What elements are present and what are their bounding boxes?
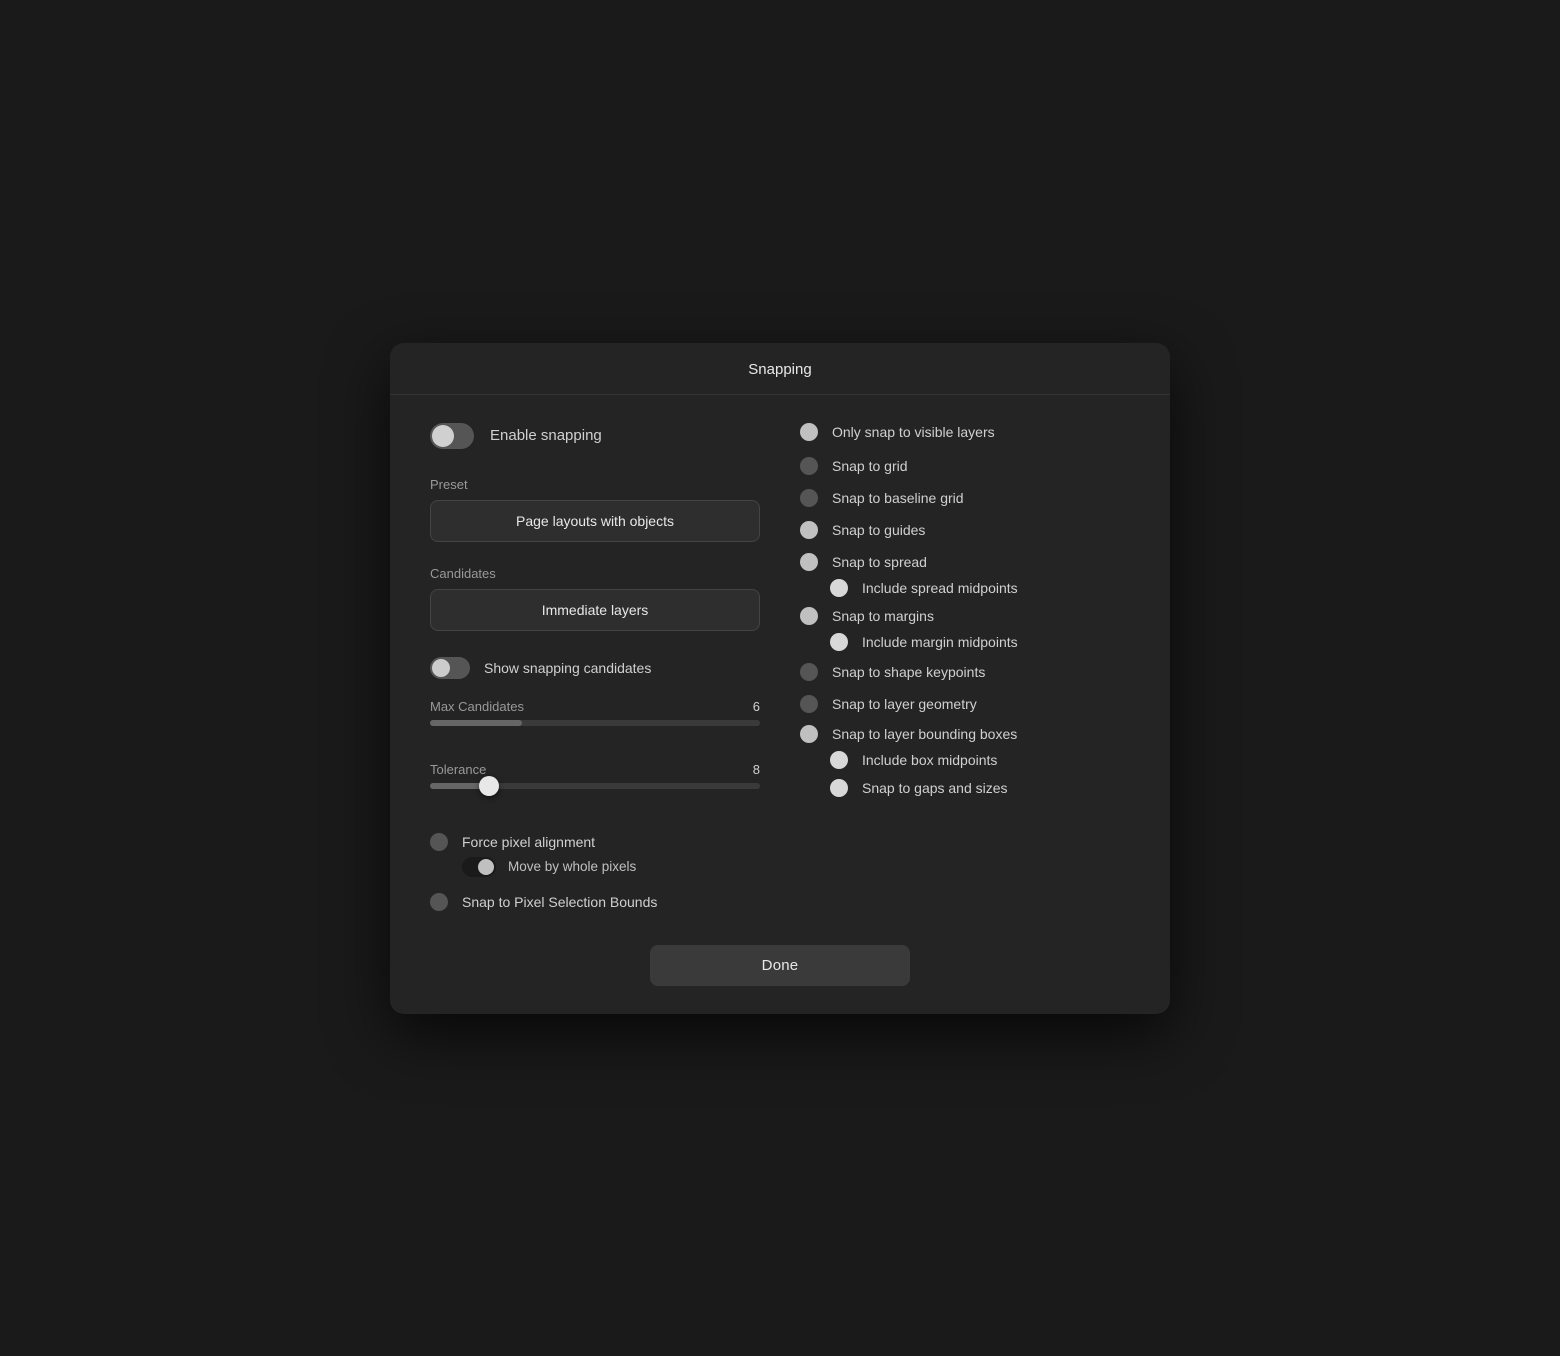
snap-baseline-dot[interactable] xyxy=(800,489,818,507)
include-box-midpoints-dot[interactable] xyxy=(830,751,848,769)
snap-spread-dot[interactable] xyxy=(800,553,818,571)
tolerance-knob xyxy=(479,776,499,796)
force-pixel-row: Force pixel alignment xyxy=(430,833,760,851)
preset-label: Preset xyxy=(430,477,760,492)
enable-snapping-knob xyxy=(432,425,454,447)
move-whole-pixels-toggle[interactable] xyxy=(462,857,496,877)
snap-layer-bounding-label: Snap to layer bounding boxes xyxy=(832,726,1017,742)
snap-gaps-dot[interactable] xyxy=(830,779,848,797)
include-spread-midpoints-row: Include spread midpoints xyxy=(830,579,1130,597)
snap-layer-bounding-row: Snap to layer bounding boxes xyxy=(800,725,1130,743)
snap-pixel-selection-row: Snap to Pixel Selection Bounds xyxy=(430,893,760,911)
snap-grid-dot[interactable] xyxy=(800,457,818,475)
move-whole-pixels-row: Move by whole pixels xyxy=(462,857,760,877)
include-margin-midpoints-label: Include margin midpoints xyxy=(862,634,1018,650)
snap-baseline-label: Snap to baseline grid xyxy=(832,490,964,506)
snap-margins-row: Snap to margins xyxy=(800,607,1130,625)
dialog-title: Snapping xyxy=(390,343,1170,395)
max-candidates-label: Max Candidates xyxy=(430,699,524,714)
max-candidates-section: Max Candidates 6 xyxy=(430,699,760,726)
snap-layer-geometry-dot[interactable] xyxy=(800,695,818,713)
only-visible-row: Only snap to visible layers xyxy=(800,423,1130,441)
snap-shape-keypoints-dot[interactable] xyxy=(800,663,818,681)
snap-margins-dot[interactable] xyxy=(800,607,818,625)
tolerance-label: Tolerance xyxy=(430,762,486,777)
tolerance-value: 8 xyxy=(753,762,760,777)
show-candidates-knob xyxy=(432,659,450,677)
show-candidates-toggle[interactable] xyxy=(430,657,470,679)
snap-layer-bounding-dot[interactable] xyxy=(800,725,818,743)
enable-snapping-label: Enable snapping xyxy=(490,427,602,444)
tolerance-slider[interactable] xyxy=(430,783,760,789)
snap-gaps-label: Snap to gaps and sizes xyxy=(862,780,1008,796)
snap-shape-keypoints-row: Snap to shape keypoints xyxy=(800,663,1130,681)
snap-grid-label: Snap to grid xyxy=(832,458,908,474)
enable-snapping-row: Enable snapping xyxy=(430,423,760,449)
snap-gaps-row: Snap to gaps and sizes xyxy=(830,779,1130,797)
snap-pixel-selection-label: Snap to Pixel Selection Bounds xyxy=(462,894,657,910)
include-box-midpoints-label: Include box midpoints xyxy=(862,752,997,768)
snap-spread-row: Snap to spread xyxy=(800,553,1130,571)
max-candidates-value: 6 xyxy=(753,699,760,714)
snap-grid-row: Snap to grid xyxy=(800,457,1130,475)
snap-layer-geometry-row: Snap to layer geometry xyxy=(800,695,1130,713)
snap-spread-label: Snap to spread xyxy=(832,554,927,570)
force-pixel-dot[interactable] xyxy=(430,833,448,851)
move-whole-pixels-label: Move by whole pixels xyxy=(508,859,636,874)
candidates-label: Candidates xyxy=(430,566,760,581)
show-candidates-label: Show snapping candidates xyxy=(484,660,651,676)
include-spread-midpoints-dot[interactable] xyxy=(830,579,848,597)
snap-guides-dot[interactable] xyxy=(800,521,818,539)
tolerance-section: Tolerance 8 xyxy=(430,762,760,789)
only-visible-dot[interactable] xyxy=(800,423,818,441)
left-column: Enable snapping Preset Page layouts with… xyxy=(430,423,760,921)
dialog-footer: Done xyxy=(390,945,1170,1014)
enable-snapping-toggle[interactable] xyxy=(430,423,474,449)
include-margin-midpoints-dot[interactable] xyxy=(830,633,848,651)
only-visible-label: Only snap to visible layers xyxy=(832,424,995,440)
snap-layer-geometry-label: Snap to layer geometry xyxy=(832,696,977,712)
max-candidates-header: Max Candidates 6 xyxy=(430,699,760,714)
snap-guides-row: Snap to guides xyxy=(800,521,1130,539)
preset-button[interactable]: Page layouts with objects xyxy=(430,500,760,542)
show-candidates-track xyxy=(430,657,470,679)
right-column: Only snap to visible layers Snap to grid… xyxy=(800,423,1130,921)
candidates-button[interactable]: Immediate layers xyxy=(430,589,760,631)
snap-shape-keypoints-label: Snap to shape keypoints xyxy=(832,664,985,680)
include-box-midpoints-row: Include box midpoints xyxy=(830,751,1130,769)
snap-margins-label: Snap to margins xyxy=(832,608,934,624)
done-button[interactable]: Done xyxy=(650,945,910,986)
snap-baseline-row: Snap to baseline grid xyxy=(800,489,1130,507)
tolerance-header: Tolerance 8 xyxy=(430,762,760,777)
include-margin-midpoints-row: Include margin midpoints xyxy=(830,633,1130,651)
include-spread-midpoints-label: Include spread midpoints xyxy=(862,580,1018,596)
max-candidates-slider[interactable] xyxy=(430,720,760,726)
snap-guides-label: Snap to guides xyxy=(832,522,925,538)
max-candidates-fill xyxy=(430,720,522,726)
force-pixel-label: Force pixel alignment xyxy=(462,834,595,850)
snapping-dialog: Snapping Enable snapping Preset Page lay… xyxy=(390,343,1170,1014)
show-candidates-row: Show snapping candidates xyxy=(430,657,760,679)
move-whole-pixels-knob xyxy=(478,859,494,875)
snap-pixel-selection-dot[interactable] xyxy=(430,893,448,911)
dialog-body: Enable snapping Preset Page layouts with… xyxy=(390,395,1170,945)
